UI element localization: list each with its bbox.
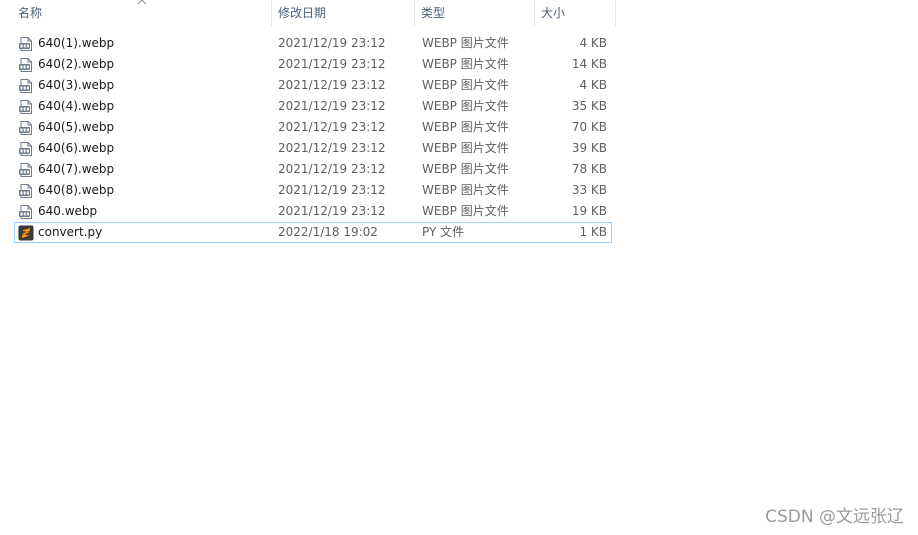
file-name: 640(6).webp [38,141,115,155]
file-date-modified: 2021/12/19 23:12 [278,141,386,155]
file-date-modified: 2022/1/18 19:02 [278,225,378,239]
file-size: 70 KB [571,120,607,134]
file-row[interactable]: 640(4).webp 2021/12/19 23:12 WEBP 图片文件 3… [14,96,612,117]
webp-image-icon [18,120,34,136]
file-name: 640(4).webp [38,99,115,113]
webp-image-icon [18,141,34,157]
file-name: 640(2).webp [38,57,115,71]
file-name: 640(5).webp [38,120,115,134]
file-type: PY 文件 [422,225,465,239]
file-type: WEBP 图片文件 [422,183,509,197]
file-type: WEBP 图片文件 [422,204,509,218]
webp-image-icon [18,99,34,115]
file-name: 640(8).webp [38,183,115,197]
webp-image-icon [18,183,34,199]
file-type: WEBP 图片文件 [422,78,509,92]
column-header-type[interactable]: 类型 [415,0,535,28]
file-list: 640(1).webp 2021/12/19 23:12 WEBP 图片文件 4… [14,33,612,243]
file-date-modified: 2021/12/19 23:12 [278,57,386,71]
file-size: 33 KB [571,183,607,197]
column-divider[interactable] [615,0,616,26]
file-name: convert.py [38,225,103,239]
file-size: 78 KB [571,162,607,176]
file-size: 35 KB [571,99,607,113]
column-header-size[interactable]: 大小 [535,0,616,28]
file-row[interactable]: 640(8).webp 2021/12/19 23:12 WEBP 图片文件 3… [14,180,612,201]
sublime-text-icon [18,225,34,241]
file-row[interactable]: 640(5).webp 2021/12/19 23:12 WEBP 图片文件 7… [14,117,612,138]
webp-image-icon [18,78,34,94]
file-size: 4 KB [579,78,607,92]
column-header-bar: 名称 修改日期 类型 大小 [0,0,616,28]
webp-image-icon [18,204,34,220]
file-row[interactable]: convert.py 2022/1/18 19:02 PY 文件 1 KB [14,222,612,243]
file-row[interactable]: 640(7).webp 2021/12/19 23:12 WEBP 图片文件 7… [14,159,612,180]
webp-image-icon [18,57,34,73]
file-size: 19 KB [571,204,607,218]
file-date-modified: 2021/12/19 23:12 [278,36,386,50]
file-date-modified: 2021/12/19 23:12 [278,162,386,176]
file-name: 640(3).webp [38,78,115,92]
column-header-date-modified[interactable]: 修改日期 [272,0,415,28]
file-type: WEBP 图片文件 [422,120,509,134]
file-name: 640.webp [38,204,98,218]
file-type: WEBP 图片文件 [422,57,509,71]
column-header-name[interactable]: 名称 [12,0,271,28]
file-size: 4 KB [579,36,607,50]
watermark-text: CSDN @文远张辽 [765,507,904,527]
file-row[interactable]: 640(1).webp 2021/12/19 23:12 WEBP 图片文件 4… [14,33,612,54]
file-type: WEBP 图片文件 [422,36,509,50]
file-name: 640(7).webp [38,162,115,176]
file-row[interactable]: 640(2).webp 2021/12/19 23:12 WEBP 图片文件 1… [14,54,612,75]
file-name: 640(1).webp [38,36,115,50]
file-date-modified: 2021/12/19 23:12 [278,204,386,218]
file-size: 1 KB [579,225,607,239]
file-row[interactable]: 640(3).webp 2021/12/19 23:12 WEBP 图片文件 4… [14,75,612,96]
file-date-modified: 2021/12/19 23:12 [278,99,386,113]
file-type: WEBP 图片文件 [422,141,509,155]
file-size: 39 KB [571,141,607,155]
webp-image-icon [18,162,34,178]
file-row[interactable]: 640(6).webp 2021/12/19 23:12 WEBP 图片文件 3… [14,138,612,159]
file-date-modified: 2021/12/19 23:12 [278,78,386,92]
file-date-modified: 2021/12/19 23:12 [278,120,386,134]
file-row[interactable]: 640.webp 2021/12/19 23:12 WEBP 图片文件 19 K… [14,201,612,222]
file-explorer-list-view: 名称 修改日期 类型 大小 640(1).webp 2021/12/19 23:… [0,0,918,535]
webp-image-icon [18,36,34,52]
file-size: 14 KB [571,57,607,71]
file-type: WEBP 图片文件 [422,99,509,113]
file-type: WEBP 图片文件 [422,162,509,176]
file-date-modified: 2021/12/19 23:12 [278,183,386,197]
